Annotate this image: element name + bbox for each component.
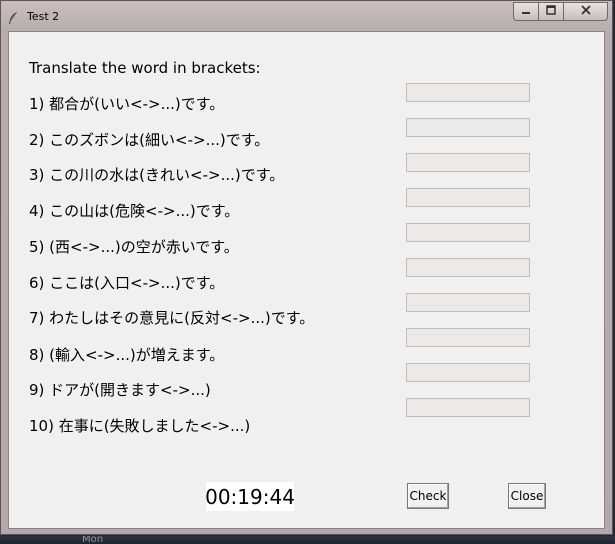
check-button[interactable]: Check <box>407 483 449 509</box>
background-partial-text: Mon <box>82 536 104 544</box>
question-label-6: 6) ここは(入口<->...)です。 <box>29 274 225 292</box>
app-window: Test 2 Translate the word in brackets: 1… <box>0 0 613 535</box>
answer-input-7[interactable] <box>406 293 530 312</box>
answer-input-4[interactable] <box>406 188 530 207</box>
question-label-5: 5) (西<->...)の空が赤いです。 <box>29 238 239 256</box>
answer-input-1[interactable] <box>406 83 530 102</box>
question-label-4: 4) この山は(危険<->...)です。 <box>29 202 240 220</box>
close-window-button[interactable] <box>564 2 608 21</box>
feather-icon <box>7 10 19 24</box>
question-label-2: 2) このズボンは(細い<->...)です。 <box>29 131 270 149</box>
answer-input-8[interactable] <box>406 328 530 347</box>
maximize-icon <box>546 5 556 18</box>
window-controls <box>513 2 608 22</box>
question-label-3: 3) この川の水は(きれい<->...)です。 <box>29 166 285 184</box>
close-x-icon <box>580 5 592 18</box>
question-label-7: 7) わたしはその意見に(反対<->...)です。 <box>29 309 315 327</box>
instruction-text: Translate the word in brackets: <box>29 59 261 77</box>
countdown-timer: 00:19:44 <box>205 482 295 511</box>
question-label-8: 8) (輸入<->...)が増えます。 <box>29 346 225 364</box>
minimize-icon <box>521 5 531 18</box>
minimize-button[interactable] <box>513 2 539 21</box>
question-label-9: 9) ドアが(開きます<->...) <box>29 381 211 399</box>
question-label-10: 10) 在事に(失敗しました<->...) <box>29 417 251 435</box>
answer-input-3[interactable] <box>406 153 530 172</box>
answer-input-2[interactable] <box>406 118 530 137</box>
answer-input-9[interactable] <box>406 363 530 382</box>
answer-input-5[interactable] <box>406 223 530 242</box>
answer-input-10[interactable] <box>406 398 530 417</box>
answer-input-6[interactable] <box>406 258 530 277</box>
close-button[interactable]: Close <box>508 483 546 509</box>
maximize-button[interactable] <box>539 2 564 21</box>
content-area: Translate the word in brackets: 1) 都合が(い… <box>8 31 605 529</box>
question-label-1: 1) 都合が(いい<->...)です。 <box>29 95 225 113</box>
title-bar[interactable]: Test 2 <box>1 1 612 31</box>
window-title: Test 2 <box>27 10 60 23</box>
